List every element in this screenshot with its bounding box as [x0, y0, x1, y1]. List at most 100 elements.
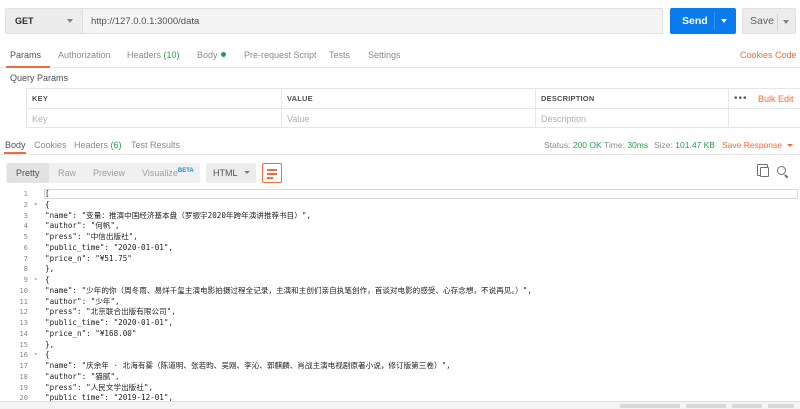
line-number: 5: [23, 232, 28, 241]
time-value: 30ms: [627, 140, 649, 150]
language-select[interactable]: HTML: [206, 163, 256, 183]
tab-response-headers[interactable]: Headers (6): [74, 140, 122, 150]
send-options-chevron-icon[interactable]: [721, 19, 727, 23]
code-line: 16 ▾ {: [0, 350, 800, 361]
wrap-lines-icon[interactable]: [262, 163, 282, 183]
column-divider: [535, 88, 536, 128]
status-bar-item[interactable]: [732, 404, 762, 408]
tab-test-results[interactable]: Test Results: [131, 140, 180, 150]
tab-headers[interactable]: Headers (10): [127, 50, 180, 60]
active-tab-indicator: [6, 66, 50, 68]
send-divider: [714, 12, 715, 30]
format-visualize-button[interactable]: VisualizeBETA: [142, 168, 194, 178]
body-status-dot-icon: [220, 52, 226, 57]
code-line: 3 "name": "变量：推演中国经济基本盘（罗振宇2020年跨年演讲推荐书目）…: [0, 211, 800, 222]
code-text: "price_n": "¥168.00": [45, 328, 137, 338]
table-row: [26, 108, 800, 128]
status-value: 200 OK: [572, 140, 602, 150]
format-preview-button[interactable]: Preview: [93, 168, 125, 178]
status-bar-item[interactable]: [768, 404, 794, 408]
code-text: {: [45, 350, 50, 360]
tab-tests[interactable]: Tests: [329, 50, 350, 60]
beta-badge: BETA: [177, 168, 194, 174]
tab-settings[interactable]: Settings: [368, 50, 401, 60]
tab-params[interactable]: Params: [10, 50, 41, 60]
size-value: 101.47 KB: [675, 140, 715, 150]
code-link[interactable]: Code: [775, 50, 797, 60]
status-bar: [0, 401, 800, 409]
code-text: },: [45, 264, 55, 274]
save-divider: [777, 13, 778, 31]
active-response-tab-indicator: [4, 152, 26, 154]
code-line: 12 "press": "北京联合出版有限公司",: [0, 307, 800, 318]
code-text: "public_time": "2020-01-01",: [45, 242, 174, 252]
code-line: 4 "author": "何帆",: [0, 221, 800, 232]
line-number: 16: [19, 350, 28, 360]
code-line: 5 "press": "中信出版社",: [0, 232, 800, 243]
copy-icon[interactable]: [757, 164, 769, 177]
tab-authorization[interactable]: Authorization: [58, 50, 111, 60]
code-line: 2 ▾ {: [0, 200, 800, 211]
code-line: 15},: [0, 340, 800, 351]
code-line: 7 "price_n": "¥51.75": [0, 254, 800, 265]
fold-toggle-icon[interactable]: ▾: [34, 200, 38, 211]
more-options-icon[interactable]: •••: [734, 93, 748, 104]
code-line: 14 "price_n": "¥168.00": [0, 329, 800, 340]
tab-response-cookies[interactable]: Cookies: [34, 140, 67, 150]
code-text: "public_time": "2020-01-01",: [45, 318, 174, 327]
send-button[interactable]: Send: [670, 8, 736, 34]
format-raw-button[interactable]: Raw: [58, 168, 76, 178]
code-text: "author": "猫腻",: [45, 371, 120, 381]
save-button[interactable]: Save: [742, 8, 796, 34]
tab-body[interactable]: Body: [197, 50, 226, 60]
column-header-value: VALUE: [287, 94, 313, 103]
save-options-chevron-icon[interactable]: [783, 20, 789, 24]
bulk-edit-link[interactable]: Bulk Edit: [758, 94, 794, 104]
line-number: 8: [23, 264, 28, 274]
tab-response-body[interactable]: Body: [5, 140, 26, 150]
save-response-button[interactable]: Save Response: [722, 140, 794, 150]
key-input[interactable]: Key: [32, 114, 48, 124]
status-readout: Status: 200 OK: [544, 140, 602, 150]
query-params-table: KEY VALUE DESCRIPTION ••• Bulk Edit Key …: [0, 88, 800, 128]
response-body-viewer[interactable]: 1[2 ▾{3 "name": "变量：推演中国经济基本盘（罗振宇2020年跨年演讲…: [0, 188, 800, 401]
line-number: 6: [23, 242, 28, 252]
status-bar-item[interactable]: [686, 404, 726, 408]
code-text: "name": "庆余年 · 北海有雾（陈道明、张若昀、吴刚、李沁、郭麒麟、肖战…: [45, 361, 451, 370]
line-number: 15: [19, 339, 28, 349]
fold-toggle-icon[interactable]: ▾: [34, 350, 38, 361]
size-readout: Size: 101.47 KB: [654, 140, 715, 150]
method-select[interactable]: GET: [5, 8, 83, 34]
code-line: 6 "public_time": "2020-01-01",: [0, 243, 800, 254]
line-number: 17: [19, 361, 28, 370]
cookies-link[interactable]: Cookies: [740, 50, 773, 60]
code-text: "author": "何帆",: [45, 221, 120, 231]
search-icon[interactable]: [777, 166, 786, 175]
url-input[interactable]: http://127.0.0.1:3000/data: [83, 8, 663, 34]
code-text: {: [45, 199, 50, 209]
code-line: 10 "name": "少年的你（周冬雨、易烊千玺主演电影拍摄过程全记录，主演和主…: [0, 286, 800, 297]
save-label: Save: [750, 15, 774, 27]
code-line: 20 "public_time": "2019-12-01",: [0, 393, 800, 401]
code-text: "name": "变量：推演中国经济基本盘（罗振宇2020年跨年演讲推荐书目）"…: [45, 210, 312, 220]
headers-count: (10): [163, 50, 180, 60]
code-line: 13 "public_time": "2020-01-01",: [0, 318, 800, 329]
fold-toggle-icon[interactable]: ▾: [34, 275, 38, 286]
chevron-down-icon: [244, 171, 250, 174]
status-bar-item[interactable]: [620, 404, 680, 408]
code-text: "price_n": "¥51.75": [45, 253, 132, 263]
value-input[interactable]: Value: [287, 114, 309, 124]
line-number: 12: [19, 307, 28, 317]
description-input[interactable]: Description: [541, 114, 586, 124]
format-pretty-button[interactable]: Pretty: [16, 168, 40, 178]
response-headers-count: (6): [110, 140, 122, 150]
line-number: 1: [23, 189, 28, 198]
line-number: 7: [23, 253, 28, 263]
line-number: 20: [19, 393, 28, 401]
code-text: "name": "少年的你（周冬雨、易烊千玺主演电影拍摄过程全记录，主演和主创们…: [45, 285, 532, 295]
tab-pre-request-script[interactable]: Pre-request Script: [244, 50, 317, 60]
line-number: 11: [19, 296, 28, 306]
send-label: Send: [682, 15, 708, 27]
code-text: {: [45, 275, 50, 284]
line-number: 18: [19, 371, 28, 381]
